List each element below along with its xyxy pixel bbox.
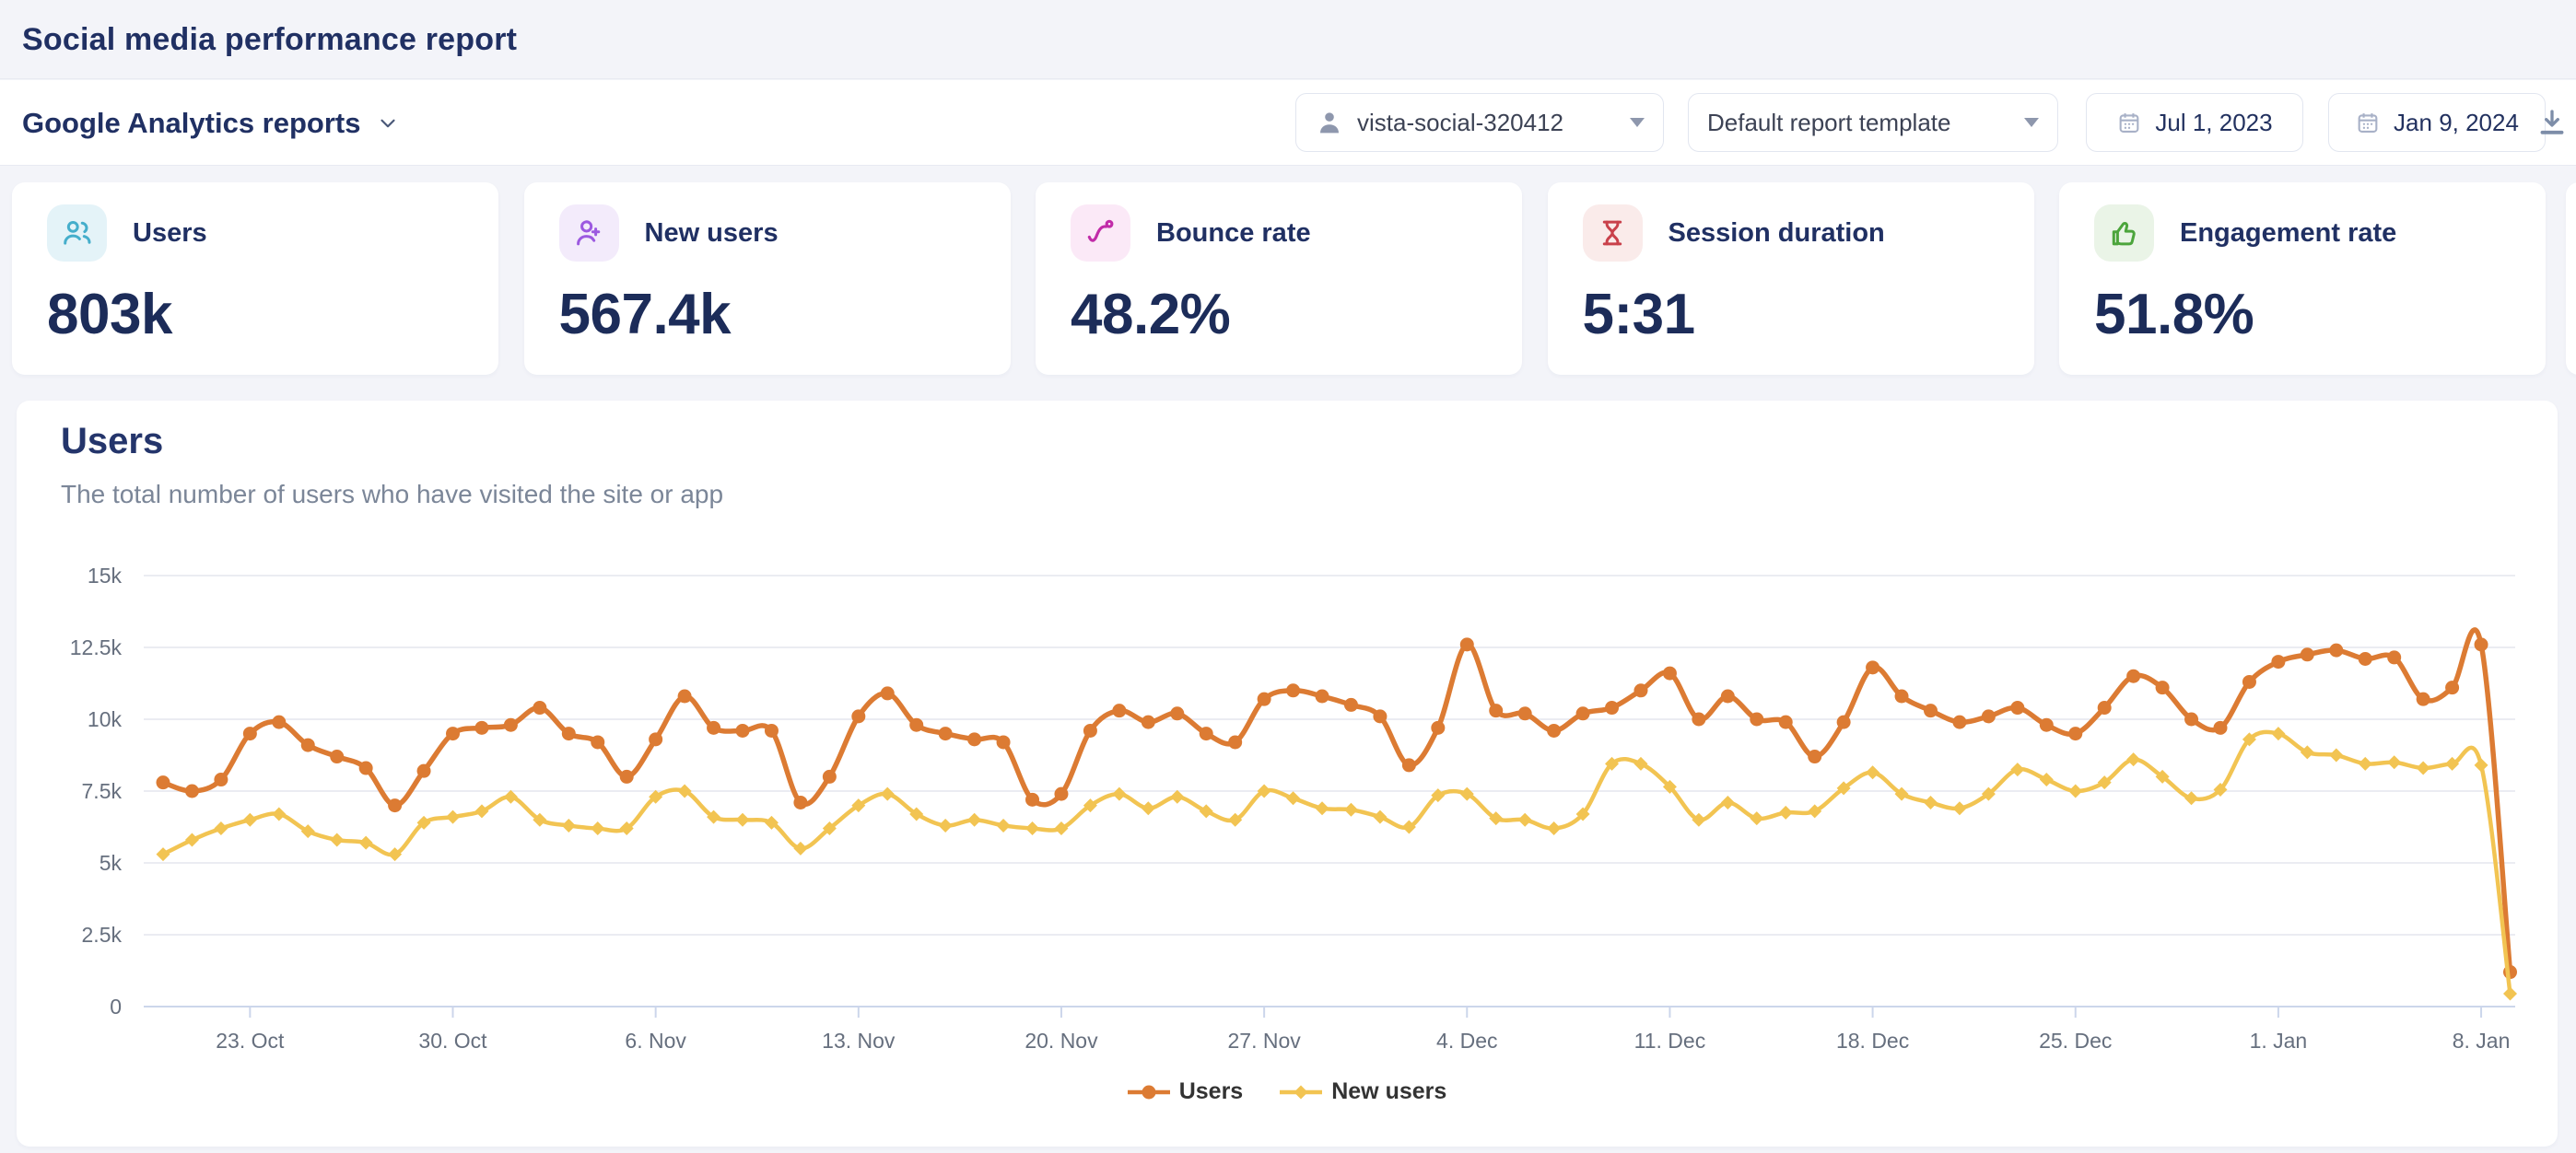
legend-item-new-users[interactable]: New users: [1280, 1078, 1446, 1105]
kpi-value: 51.8%: [2094, 282, 2254, 347]
download-button[interactable]: [2532, 102, 2572, 143]
svg-text:2.5k: 2.5k: [82, 923, 123, 947]
svg-text:6. Nov: 6. Nov: [625, 1029, 686, 1053]
thumbs-up-icon: [2094, 204, 2154, 262]
date-from-button[interactable]: Jul 1, 2023: [2086, 93, 2303, 152]
calendar-icon: [2116, 110, 2142, 135]
profile-select-value: vista-social-320412: [1357, 109, 1617, 137]
chart-legend: Users New users: [17, 1078, 2558, 1105]
kpi-value: 803k: [47, 282, 172, 347]
svg-text:11. Dec: 11. Dec: [1634, 1029, 1706, 1053]
kpi-card-partial: [2566, 182, 2576, 375]
profile-select[interactable]: vista-social-320412: [1295, 93, 1664, 152]
report-type-label: Google Analytics reports: [22, 107, 361, 140]
kpi-value: 5:31: [1583, 282, 1695, 347]
bounce-icon: [1071, 204, 1130, 262]
date-from-value: Jul 1, 2023: [2155, 109, 2272, 137]
svg-text:4. Dec: 4. Dec: [1436, 1029, 1497, 1053]
template-select-value: Default report template: [1707, 109, 2011, 137]
caret-down-icon: [1630, 118, 1645, 127]
svg-text:25. Dec: 25. Dec: [2039, 1029, 2112, 1053]
svg-text:0: 0: [110, 995, 122, 1019]
legend-item-users[interactable]: Users: [1128, 1078, 1244, 1105]
hourglass-icon: [1583, 204, 1643, 262]
kpi-label: New users: [645, 218, 779, 249]
svg-text:13. Nov: 13. Nov: [822, 1029, 896, 1053]
svg-text:23. Oct: 23. Oct: [216, 1029, 285, 1053]
kpi-card-engagement-rate: Engagement rate 51.8%: [2059, 182, 2546, 375]
person-icon: [1315, 108, 1344, 137]
legend-label: Users: [1179, 1078, 1244, 1105]
svg-text:30. Oct: 30. Oct: [418, 1029, 487, 1053]
page-header: Social media performance report: [0, 0, 2576, 79]
chevron-down-icon: [376, 111, 400, 135]
template-select[interactable]: Default report template: [1688, 93, 2058, 152]
legend-label: New users: [1331, 1078, 1446, 1105]
calendar-icon: [2355, 110, 2381, 135]
report-type-dropdown[interactable]: Google Analytics reports: [22, 80, 400, 166]
date-to-button[interactable]: Jan 9, 2024: [2328, 93, 2546, 152]
svg-text:10k: 10k: [88, 707, 123, 731]
user-plus-icon: [559, 204, 619, 262]
circle-marker-icon: [1128, 1084, 1170, 1101]
svg-text:7.5k: 7.5k: [82, 779, 123, 803]
kpi-card-users: Users 803k: [12, 182, 498, 375]
kpi-label: Engagement rate: [2180, 218, 2396, 249]
kpi-value: 567.4k: [559, 282, 732, 347]
kpi-value: 48.2%: [1071, 282, 1230, 347]
diamond-marker-icon: [1280, 1084, 1322, 1101]
svg-text:12.5k: 12.5k: [70, 635, 123, 659]
page-title: Social media performance report: [22, 0, 517, 79]
kpi-label: Users: [133, 218, 207, 249]
toolbar: Google Analytics reports vista-social-32…: [0, 80, 2576, 166]
kpi-card-bounce-rate: Bounce rate 48.2%: [1036, 182, 1522, 375]
svg-text:5k: 5k: [100, 851, 123, 875]
svg-text:27. Nov: 27. Nov: [1227, 1029, 1301, 1053]
date-to-value: Jan 9, 2024: [2394, 109, 2519, 137]
svg-text:8. Jan: 8. Jan: [2453, 1029, 2511, 1053]
kpi-card-session-duration: Session duration 5:31: [1548, 182, 2034, 375]
users-chart-card: Users The total number of users who have…: [17, 401, 2558, 1147]
svg-text:20. Nov: 20. Nov: [1025, 1029, 1098, 1053]
kpi-label: Bounce rate: [1156, 218, 1311, 249]
caret-down-icon: [2024, 118, 2039, 127]
download-icon: [2535, 106, 2569, 139]
svg-text:15k: 15k: [88, 564, 123, 588]
users-line-chart[interactable]: 0 2.5k 5k 7.5k 10k 12.5k 15k 23. Oct 30. Oct 6. N…: [17, 401, 2558, 1147]
svg-text:1. Jan: 1. Jan: [2250, 1029, 2308, 1053]
users-icon: [47, 204, 107, 262]
kpi-label: Session duration: [1669, 218, 1885, 249]
svg-text:18. Dec: 18. Dec: [1836, 1029, 1909, 1053]
kpi-card-new-users: New users 567.4k: [524, 182, 1011, 375]
